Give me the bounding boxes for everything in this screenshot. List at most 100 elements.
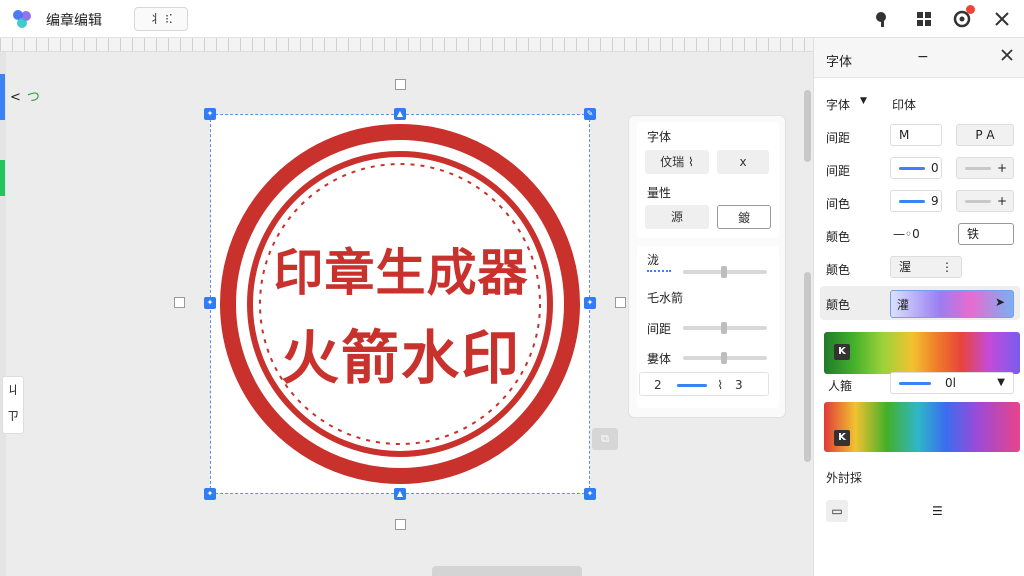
fp-attr-option1[interactable]: 源 xyxy=(645,205,709,229)
comment-icon[interactable]: ▭ xyxy=(826,500,848,522)
color1-value: 9 xyxy=(931,194,939,208)
color4-gradient-select[interactable]: 灌 ➤ xyxy=(890,290,1014,318)
color1-plus[interactable]: + xyxy=(997,194,1007,208)
fp-range-input[interactable]: 2 ⌇ 3 xyxy=(639,372,769,396)
left-status-indicator xyxy=(0,160,5,196)
left-toolbox: ㄐ ㄗ xyxy=(2,376,24,434)
canvas-vertical-scrollbar-2[interactable] xyxy=(804,272,811,462)
stamp-canvas[interactable]: 印章生成器 火箭水印 xyxy=(210,114,590,494)
outer-label: 外討採 xyxy=(826,471,863,485)
color3-select[interactable]: 渥 ⋮ xyxy=(890,256,962,278)
anchor-right[interactable] xyxy=(615,297,626,308)
swatch2-badge: K xyxy=(834,430,850,446)
fp-range-from: 2 xyxy=(654,378,662,392)
spacing1-input[interactable]: M xyxy=(890,124,942,146)
person-value: 0l xyxy=(945,376,956,390)
grid-icon[interactable] xyxy=(914,9,934,29)
fp-slider-2[interactable] xyxy=(683,322,767,334)
fp-dotted-line xyxy=(647,270,671,272)
align-icon[interactable]: ☰ xyxy=(932,504,943,518)
fp-attr-label: 量性 xyxy=(647,186,672,200)
horizontal-ruler xyxy=(0,38,813,52)
fp-font-clear-button[interactable]: x xyxy=(717,150,769,174)
undo-redo-group[interactable]: < つ xyxy=(10,86,40,105)
person-label: 人箍 xyxy=(828,379,853,393)
color3-menu-icon: ⋮ xyxy=(941,260,953,274)
fit-view-button[interactable]: ⧉ xyxy=(592,428,618,450)
resize-handle-top-left[interactable]: ✦ xyxy=(204,108,216,120)
transform-tool-button[interactable]: ㄗ xyxy=(3,403,23,429)
resize-handle-top[interactable]: ▲ xyxy=(394,108,406,120)
fp-slider-1[interactable] xyxy=(683,266,767,278)
panel-close-icon[interactable] xyxy=(1000,48,1014,65)
notification-badge xyxy=(966,5,975,14)
brush-icon[interactable] xyxy=(872,9,892,29)
anchor-bottom[interactable] xyxy=(395,519,406,530)
color4-value: 灌 xyxy=(897,298,910,312)
close-icon[interactable] xyxy=(992,9,1012,29)
color2-input[interactable]: —◦0 xyxy=(890,223,942,245)
fp-range-to: 3 xyxy=(734,378,743,392)
fp-font-select[interactable]: 伩瑞 ⌇ xyxy=(645,150,709,174)
minimize-button[interactable]: − xyxy=(917,49,929,65)
color2-label: 颠色 xyxy=(826,230,851,244)
top-bar: 编章编辑 ⺦ ⁝⁚ xyxy=(0,0,1024,38)
floating-properties-panel: 字体 伩瑞 ⌇ x 量性 源 鍍 泷 乇水箭 间距 婁体 2 ⌇ 3 xyxy=(628,115,786,418)
resize-handle-bottom[interactable]: ▲ xyxy=(394,488,406,500)
swatch1-badge: K xyxy=(834,344,850,360)
redo-button[interactable]: つ xyxy=(27,90,40,105)
color1-input[interactable]: 9 xyxy=(890,190,942,212)
fp-range-divider: ⌇ xyxy=(717,378,724,392)
color4-label: 颠色 xyxy=(826,298,851,312)
spacing2-label: 间距 xyxy=(826,164,851,178)
spacing2-stepper[interactable]: + xyxy=(956,157,1014,179)
right-properties-panel: 字体 − 字体 ▼ 印体 间距 M P A 间距 0 + 间色 9 + 颠色 —… xyxy=(813,38,1024,576)
color-swatch-2[interactable] xyxy=(824,402,1020,452)
font-label: 字体 xyxy=(826,98,851,112)
right-panel-title: 字体 xyxy=(826,55,853,70)
person-select[interactable]: 0l ▼ xyxy=(890,372,1014,394)
resize-handle-left[interactable]: ✦ xyxy=(204,297,216,309)
rotate-handle-top-right[interactable]: ✎ xyxy=(584,108,596,120)
stamp-text-line1: 印章生成器 xyxy=(273,244,529,302)
left-strip xyxy=(0,52,6,576)
right-panel-header: 字体 − xyxy=(814,38,1024,78)
resize-handle-bottom-left[interactable]: ✦ xyxy=(204,488,216,500)
spacing2-plus[interactable]: + xyxy=(997,161,1007,175)
tool-toggle-button[interactable]: ⺦ ⁝⁚ xyxy=(134,7,188,31)
fp-row1-label: 泷 xyxy=(647,253,660,267)
fp-row4-label: 婁体 xyxy=(647,352,672,366)
fp-range-bar xyxy=(677,384,708,387)
color2-input-2[interactable]: 铁 xyxy=(958,223,1014,245)
color1-stepper[interactable]: + xyxy=(956,190,1014,212)
resize-handle-bottom-right[interactable]: ✦ xyxy=(584,488,596,500)
color3-label: 颠色 xyxy=(826,263,851,277)
canvas-horizontal-scrollbar[interactable] xyxy=(432,566,582,576)
fp-row2-label: 乇水箭 xyxy=(647,291,684,305)
app-title: 编章编辑 xyxy=(46,13,102,29)
spacing1-input-2[interactable]: P A xyxy=(956,124,1014,146)
fp-row3-label: 间距 xyxy=(647,322,672,336)
pointer-icon: ➤ xyxy=(994,295,1005,309)
fp-attr-option2[interactable]: 鍍 xyxy=(717,205,771,229)
anchor-left[interactable] xyxy=(174,297,185,308)
undo-button[interactable]: < xyxy=(10,90,21,105)
crop-tool-button[interactable]: ㄐ xyxy=(3,377,23,403)
font-dropdown-icon[interactable]: ▼ xyxy=(860,96,867,106)
left-active-indicator xyxy=(0,74,5,120)
fp-slider-3[interactable] xyxy=(683,352,767,364)
app-logo-icon xyxy=(13,10,31,28)
spacing1-label: 间距 xyxy=(826,131,851,145)
resize-handle-right[interactable]: ✦ xyxy=(584,297,596,309)
color3-value: 渥 xyxy=(899,260,912,274)
stamp-text-line2: 火箭水印 xyxy=(280,324,521,392)
spacing2-input[interactable]: 0 xyxy=(890,157,942,179)
rotate-anchor-top[interactable] xyxy=(395,79,406,90)
fp-font-label: 字体 xyxy=(647,130,672,144)
color-swatch-1[interactable] xyxy=(824,332,1020,374)
spacing2-value: 0 xyxy=(931,161,939,175)
canvas-vertical-scrollbar[interactable] xyxy=(804,90,811,162)
color1-label: 间色 xyxy=(826,197,851,211)
font-value[interactable]: 印体 xyxy=(892,96,916,113)
person-dropdown-icon: ▼ xyxy=(997,377,1005,388)
